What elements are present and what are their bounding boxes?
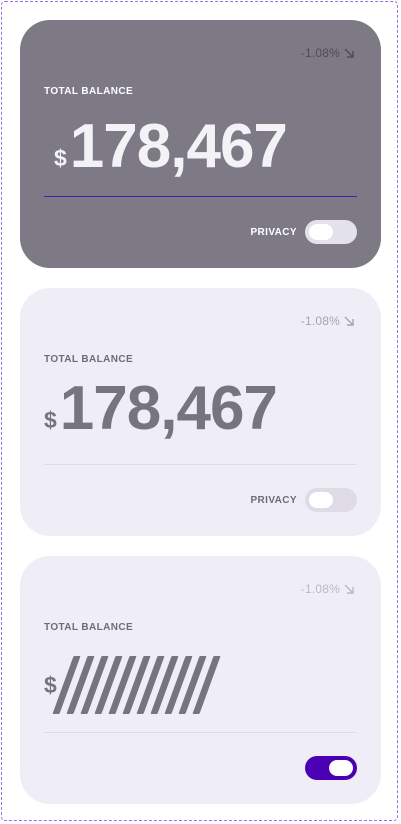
toggle-knob <box>309 492 333 508</box>
balance-card-light: -1.08% TOTAL BALANCE $ 178,467 PRIVACY <box>20 288 381 536</box>
divider <box>44 732 357 733</box>
privacy-toggle[interactable] <box>305 488 357 512</box>
privacy-control <box>305 756 357 780</box>
arrow-down-right-icon <box>344 584 354 594</box>
balance-card-masked: -1.08% TOTAL BALANCE $ <box>20 556 381 804</box>
privacy-toggle[interactable] <box>305 756 357 780</box>
arrow-down-right-icon <box>344 316 354 326</box>
balance-mask <box>52 656 221 714</box>
masked-balance: $ <box>44 656 221 714</box>
privacy-label: PRIVACY <box>250 226 297 238</box>
currency-symbol: $ <box>54 145 67 171</box>
balance-change: -1.08% <box>301 582 355 596</box>
divider <box>44 196 357 197</box>
total-balance-label: TOTAL BALANCE <box>44 86 134 97</box>
balance-value: 178,467 <box>69 112 288 181</box>
currency-symbol: $ <box>44 671 57 698</box>
balance-amount: $ 178,467 <box>44 374 278 443</box>
privacy-toggle[interactable] <box>305 220 357 244</box>
privacy-control: PRIVACY <box>250 220 357 244</box>
currency-symbol: $ <box>44 407 57 433</box>
balance-card-dark: -1.08% TOTAL BALANCE $ 178,467 PRIVACY <box>20 20 381 268</box>
balance-change-value: -1.08% <box>300 314 340 328</box>
balance-change-value: -1.08% <box>300 46 340 60</box>
toggle-knob <box>309 224 333 240</box>
balance-value: 178,467 <box>59 374 278 443</box>
balance-amount: $ 178,467 <box>54 112 288 181</box>
balance-change-value: -1.08% <box>300 582 340 596</box>
total-balance-label: TOTAL BALANCE <box>44 354 134 365</box>
balance-change: -1.08% <box>301 314 355 328</box>
total-balance-label: TOTAL BALANCE <box>44 622 134 633</box>
privacy-control: PRIVACY <box>250 488 357 512</box>
divider <box>44 464 357 465</box>
toggle-knob <box>329 760 353 776</box>
privacy-label: PRIVACY <box>250 494 297 506</box>
arrow-down-right-icon <box>344 48 354 58</box>
balance-change: -1.08% <box>301 46 355 60</box>
